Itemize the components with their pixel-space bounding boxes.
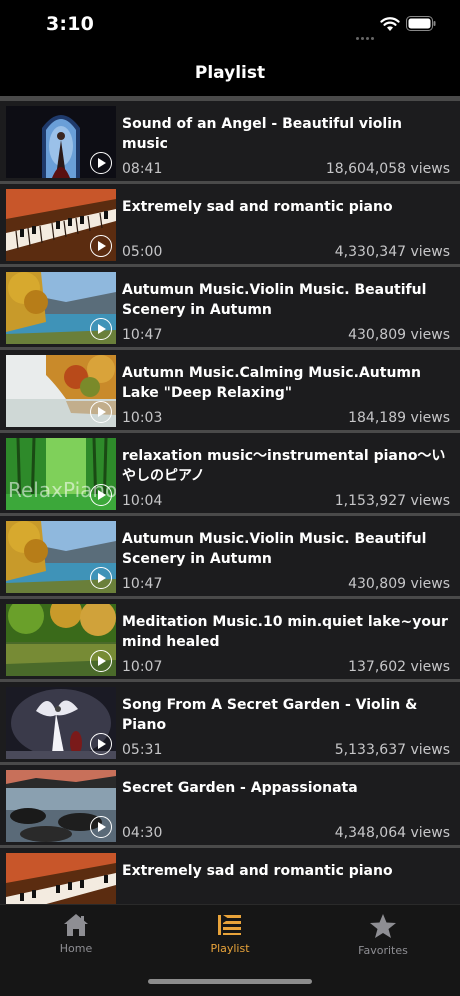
video-title: Sound of an Angel - Beautiful violin mus…: [122, 116, 402, 152]
video-views: 430,809 views: [348, 327, 450, 343]
play-icon[interactable]: [90, 733, 112, 755]
playlist-row[interactable]: RelaxPiano relaxation music～instrumental…: [0, 433, 460, 513]
home-indicator[interactable]: [148, 979, 312, 984]
video-title: Secret Garden - Appassionata: [122, 780, 358, 796]
video-views: 4,330,347 views: [334, 244, 450, 260]
video-thumbnail[interactable]: [6, 770, 116, 842]
playlist-list[interactable]: Sound of an Angel - Beautiful violin mus…: [0, 96, 460, 904]
tab-playlist[interactable]: Playlist: [170, 913, 290, 963]
play-icon[interactable]: [90, 401, 112, 423]
tab-home[interactable]: Home: [16, 913, 136, 963]
video-duration: 10:04: [122, 493, 163, 509]
video-duration: 05:31: [122, 742, 163, 758]
video-thumbnail[interactable]: [6, 189, 116, 261]
video-duration: 08:41: [122, 161, 163, 177]
video-duration: 10:47: [122, 327, 163, 343]
tab-favorites-label: Favorites: [358, 944, 408, 957]
status-bar: 3:10: [0, 0, 460, 50]
video-title: Song From A Secret Garden - Violin & Pia…: [122, 697, 418, 733]
video-title: Meditation Music.10 min.quiet lake~your …: [122, 614, 448, 650]
status-time: 3:10: [46, 13, 95, 35]
play-icon[interactable]: [90, 318, 112, 340]
cellular-dots-icon: [356, 25, 376, 44]
video-title: Autumun Music.Violin Music. Beautiful Sc…: [122, 531, 427, 567]
play-icon[interactable]: [90, 816, 112, 838]
video-views: 5,133,637 views: [334, 742, 450, 758]
tab-favorites[interactable]: Favorites: [323, 913, 443, 963]
video-title: Extremely sad and romantic piano: [122, 863, 393, 879]
tab-playlist-label: Playlist: [210, 942, 250, 955]
video-title: Extremely sad and romantic piano: [122, 199, 393, 215]
video-thumbnail[interactable]: RelaxPiano: [6, 438, 116, 510]
play-icon[interactable]: [90, 567, 112, 589]
video-duration: 05:00: [122, 244, 163, 260]
video-duration: 10:07: [122, 659, 163, 675]
video-views: 184,189 views: [348, 410, 450, 426]
video-duration: 10:47: [122, 576, 163, 592]
video-title: Autumn Music.Calming Music.Autumn Lake "…: [122, 365, 421, 401]
video-thumbnail[interactable]: [6, 521, 116, 593]
play-icon[interactable]: [90, 235, 112, 257]
wifi-icon: [380, 17, 400, 31]
playlist-row[interactable]: Secret Garden - Appassionata 04:30 4,348…: [0, 765, 460, 845]
video-thumbnail[interactable]: [6, 687, 116, 759]
video-thumbnail[interactable]: [6, 853, 116, 904]
video-views: 4,348,064 views: [334, 825, 450, 841]
playlist-row[interactable]: Meditation Music.10 min.quiet lake~your …: [0, 599, 460, 679]
playlist-row[interactable]: Autumn Music.Calming Music.Autumn Lake "…: [0, 350, 460, 430]
video-views: 1,153,927 views: [334, 493, 450, 509]
video-thumbnail[interactable]: [6, 604, 116, 676]
playlist-row[interactable]: Extremely sad and romantic piano: [0, 848, 460, 904]
video-thumbnail[interactable]: [6, 355, 116, 427]
video-duration: 10:03: [122, 410, 163, 426]
video-thumbnail[interactable]: [6, 106, 116, 178]
playlist-row[interactable]: Sound of an Angel - Beautiful violin mus…: [0, 101, 460, 181]
video-views: 137,602 views: [348, 659, 450, 675]
battery-icon: [406, 16, 436, 31]
video-views: 18,604,058 views: [325, 161, 450, 177]
playlist-row[interactable]: Autumun Music.Violin Music. Beautiful Sc…: [0, 516, 460, 596]
video-title: relaxation music～instrumental piano～いやしの…: [122, 448, 446, 484]
video-duration: 04:30: [122, 825, 163, 841]
playlist-icon: [218, 915, 241, 935]
play-icon[interactable]: [90, 650, 112, 672]
play-icon[interactable]: [90, 484, 112, 506]
video-views: 430,809 views: [348, 576, 450, 592]
playlist-row[interactable]: Extremely sad and romantic piano 05:00 4…: [0, 184, 460, 264]
video-title: Autumun Music.Violin Music. Beautiful Sc…: [122, 282, 427, 318]
play-icon[interactable]: [90, 152, 112, 174]
playlist-row[interactable]: Song From A Secret Garden - Violin & Pia…: [0, 682, 460, 762]
video-thumbnail[interactable]: [6, 272, 116, 344]
navigation-bar: Playlist: [0, 50, 460, 96]
star-icon: [370, 914, 396, 938]
tab-home-label: Home: [59, 942, 93, 955]
home-icon: [64, 914, 88, 936]
playlist-row[interactable]: Autumun Music.Violin Music. Beautiful Sc…: [0, 267, 460, 347]
page-title: Playlist: [194, 63, 266, 83]
